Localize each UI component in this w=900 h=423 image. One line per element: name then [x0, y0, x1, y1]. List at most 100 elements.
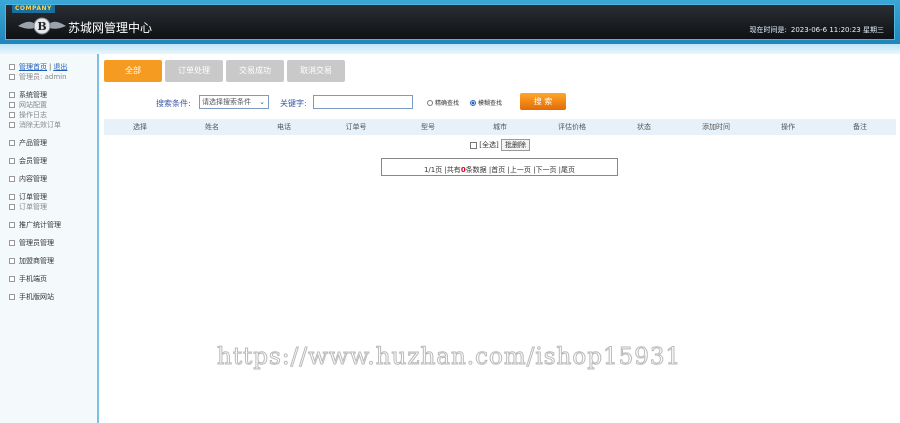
- header-banner: COMPANY B 苏城网管理中心 现在时间是: 2023-06-6 11:20:…: [5, 4, 895, 40]
- sidebar-item-label: 手机版网站: [19, 293, 54, 301]
- top-header: COMPANY B 苏城网管理中心 现在时间是: 2023-06-6 11:20:…: [0, 0, 900, 44]
- table-header: 选择 姓名 电话 订单号 型号 城市 评估价格 状态 添加时间 操作 备注: [104, 119, 896, 135]
- time-label: 现在时间是:: [749, 26, 787, 34]
- batch-delete-button[interactable]: 批删除: [500, 139, 530, 151]
- column-header: 备注: [853, 123, 867, 131]
- sidebar-item-label: 系统管理: [19, 91, 47, 99]
- expand-box-icon: [9, 258, 15, 264]
- sidebar-item-label: 内容管理: [19, 175, 47, 183]
- sidebar-group-title[interactable]: 手机端页: [9, 274, 97, 284]
- sidebar: 管理首页 | 退出 管理员: admin 系统管理网站配置操作日志消除无效订单产…: [0, 54, 99, 423]
- expand-box-icon: [9, 102, 15, 108]
- expand-box-icon: [9, 204, 15, 210]
- tab-all[interactable]: 全部: [104, 60, 162, 82]
- tab-processing[interactable]: 订单处理: [165, 60, 223, 82]
- sidebar-item-label: 消除无效订单: [19, 121, 61, 129]
- expand-box-icon: [9, 112, 15, 118]
- sidebar-item[interactable]: 操作日志: [9, 110, 97, 120]
- sidebar-group-title[interactable]: 系统管理: [9, 90, 97, 100]
- expand-box-icon: [9, 140, 15, 146]
- logout-link[interactable]: 退出: [53, 62, 67, 72]
- bentley-logo-icon: B: [18, 17, 66, 35]
- sidebar-item[interactable]: 网站配置: [9, 100, 97, 110]
- condition-select[interactable]: 请选择搜索条件 ⌄: [199, 95, 269, 109]
- fuzzy-radio[interactable]: 模糊查找: [470, 98, 502, 107]
- column-header: 电话: [277, 123, 291, 131]
- condition-label: 搜索条件:: [156, 99, 191, 108]
- pager-links[interactable]: 条数据 |首页 |上一页 |下一页 |尾页: [466, 166, 575, 174]
- exact-label: 精确查找: [435, 100, 460, 107]
- header-sub-bar: [0, 44, 900, 54]
- select-all-checkbox[interactable]: [470, 141, 478, 149]
- sidebar-group: 手机版网站: [0, 292, 97, 302]
- order-tabs: 全部 订单处理 交易成功 取消交易: [104, 60, 896, 83]
- sidebar-group: 内容管理: [0, 174, 97, 184]
- expand-box-icon: [9, 122, 15, 128]
- watermark: https://www.huzhan.com/ishop15931: [216, 344, 682, 371]
- sidebar-group: 管理员管理: [0, 238, 97, 248]
- sidebar-group: 手机端页: [0, 274, 97, 284]
- sidebar-account-links: 管理首页 | 退出: [9, 62, 97, 72]
- sidebar-item-label: 手机端页: [19, 275, 47, 283]
- sidebar-group: 加盟商管理: [0, 256, 97, 266]
- sidebar-group-title[interactable]: 加盟商管理: [9, 256, 97, 266]
- sidebar-group: 产品管理: [0, 138, 97, 148]
- search-bar: 搜索条件: 请选择搜索条件 ⌄ 关键字: 精确查找 模糊查找 搜 索: [104, 93, 896, 117]
- sidebar-group-title[interactable]: 产品管理: [9, 138, 97, 148]
- column-header: 评估价格: [558, 123, 586, 131]
- admin-text: 管理员: admin: [19, 73, 67, 81]
- sidebar-group-title[interactable]: 手机版网站: [9, 292, 97, 302]
- exact-radio[interactable]: 精确查找: [427, 98, 459, 107]
- batch-actions: [全选] 批删除: [104, 139, 896, 151]
- home-link[interactable]: 管理首页: [19, 62, 47, 72]
- column-header: 城市: [493, 123, 507, 131]
- keyword-input[interactable]: [313, 95, 413, 109]
- sidebar-group-title[interactable]: 订单管理: [9, 192, 97, 202]
- sidebar-group: 会员管理: [0, 156, 97, 166]
- sidebar-group-title[interactable]: 推广统计管理: [9, 220, 97, 230]
- sidebar-group-title[interactable]: 内容管理: [9, 174, 97, 184]
- sidebar-item-label: 推广统计管理: [19, 221, 61, 229]
- column-header: 订单号: [345, 123, 367, 131]
- sidebar-item-label: 加盟商管理: [19, 257, 54, 265]
- sidebar-group-title[interactable]: 管理员管理: [9, 238, 97, 248]
- tab-cancelled[interactable]: 取消交易: [287, 60, 345, 82]
- column-header: 操作: [781, 123, 795, 131]
- sidebar-group-title[interactable]: 会员管理: [9, 156, 97, 166]
- column-header: 型号: [421, 123, 435, 131]
- expand-box-icon: [9, 276, 15, 282]
- sidebar-item[interactable]: 消除无效订单: [9, 120, 97, 130]
- sidebar-item-label: 产品管理: [19, 139, 47, 147]
- sidebar-account: 管理首页 | 退出 管理员: admin: [0, 62, 97, 82]
- sidebar-item-label: 网站配置: [19, 101, 47, 109]
- keyword-label: 关键字:: [280, 99, 307, 108]
- select-all-label[interactable]: [全选]: [479, 141, 498, 149]
- condition-select-value: 请选择搜索条件: [202, 98, 251, 106]
- sidebar-item[interactable]: 订单管理: [9, 202, 97, 212]
- sidebar-group: 推广统计管理: [0, 220, 97, 230]
- tab-success[interactable]: 交易成功: [226, 60, 284, 82]
- app-title: 苏城网管理中心: [68, 21, 153, 35]
- sidebar-item-label: 订单管理: [19, 193, 47, 201]
- sidebar-item-label: 操作日志: [19, 111, 47, 119]
- expand-box-icon: [9, 64, 15, 70]
- column-header: 姓名: [205, 123, 219, 131]
- radio-icon: [427, 99, 433, 106]
- sidebar-group: 订单管理 订单管理: [0, 192, 97, 212]
- pagination: 1/1页 |共有0条数据 |首页 |上一页 |下一页 |尾页: [381, 158, 618, 176]
- expand-box-icon: [9, 176, 15, 182]
- pager-prefix: 1/1页 |共有: [423, 166, 461, 174]
- company-label: COMPANY: [12, 5, 55, 13]
- link-separator: |: [49, 63, 52, 71]
- sidebar-item-label: 会员管理: [19, 157, 47, 165]
- expand-box-icon: [9, 194, 15, 200]
- search-button[interactable]: 搜 索: [520, 93, 566, 110]
- sidebar-item-label: 订单管理: [19, 203, 47, 211]
- expand-box-icon: [9, 222, 15, 228]
- column-header: 添加时间: [702, 123, 730, 131]
- fuzzy-label: 模糊查找: [478, 100, 503, 107]
- expand-box-icon: [9, 158, 15, 164]
- time-value: 2023-06-6 11:20:23 星期三: [790, 26, 884, 34]
- chevron-down-icon: ⌄: [259, 98, 265, 106]
- expand-box-icon: [9, 74, 15, 80]
